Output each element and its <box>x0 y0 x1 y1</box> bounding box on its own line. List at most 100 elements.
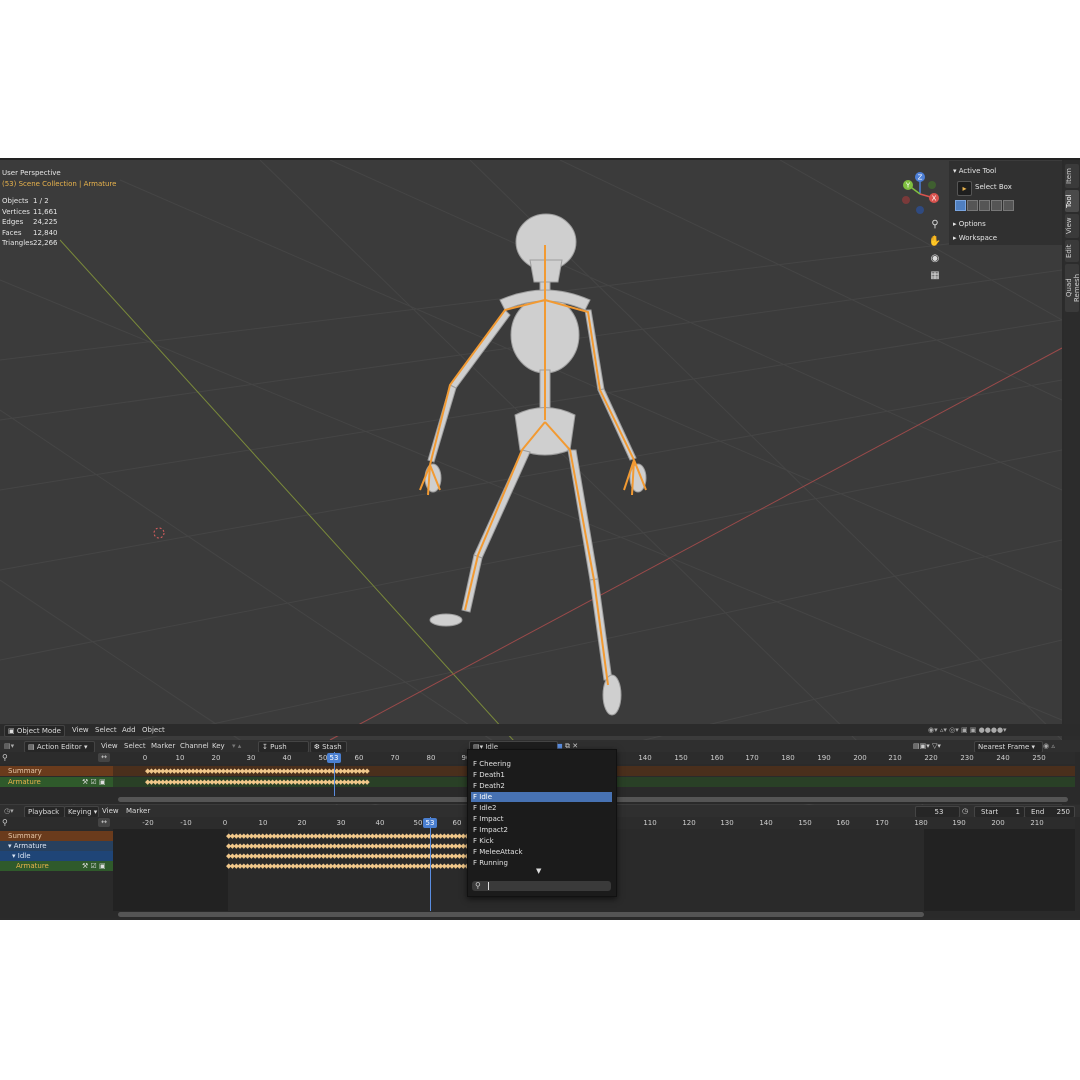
end-label: End <box>1031 808 1045 816</box>
channel-armature[interactable]: Armature ⚒ ☑ ▣ <box>0 777 113 787</box>
mode-set-icon[interactable] <box>955 200 966 211</box>
tl-channel-summary[interactable]: Summary <box>0 831 113 841</box>
grid-view-icon[interactable]: ▦ <box>927 269 943 283</box>
ae-menu-select[interactable]: Select <box>124 740 146 752</box>
ruler-tick: 10 <box>258 819 268 827</box>
ruler-tick: 170 <box>875 819 889 827</box>
stat-row: Objects 1 / 2 <box>2 196 58 207</box>
menu-select[interactable]: Select <box>95 724 117 736</box>
playback-label: Playback <box>28 808 60 816</box>
mode-intersect-icon[interactable] <box>1003 200 1014 211</box>
tl-summary-keyframes[interactable]: ◆◆◆◆◆◆◆◆◆◆◆◆◆◆◆◆◆◆◆◆◆◆◆◆◆◆◆◆◆◆◆◆◆◆◆◆◆◆◆◆… <box>226 831 500 841</box>
ae-menu-key[interactable]: Key <box>212 740 225 752</box>
action-item[interactable]: F Impact <box>471 814 612 824</box>
ae-menu-channel[interactable]: Channel <box>180 740 209 752</box>
ae-current-frame[interactable]: 53 <box>327 753 341 763</box>
stat-value: 12,840 <box>33 228 58 237</box>
zoom-icon[interactable]: ⚲ <box>927 218 943 232</box>
tl-search[interactable]: ⚲ ↔ <box>0 817 113 829</box>
ruler-tick: 120 <box>682 819 696 827</box>
action-item[interactable]: F Death1 <box>471 770 612 780</box>
tab-tool[interactable]: Tool <box>1065 190 1079 212</box>
action-item[interactable]: F Running <box>471 858 612 868</box>
stat-row: Vertices 11,661 <box>2 207 58 218</box>
start-label: Start <box>981 808 999 816</box>
post-range-shade <box>924 829 1075 911</box>
tl-idle-keyframes[interactable]: ◆◆◆◆◆◆◆◆◆◆◆◆◆◆◆◆◆◆◆◆◆◆◆◆◆◆◆◆◆◆◆◆◆◆◆◆◆◆◆◆… <box>226 851 500 861</box>
selection-modes[interactable] <box>955 200 1015 211</box>
ae-search[interactable]: ⚲ ↔ <box>0 752 113 764</box>
workspace-label: Workspace <box>958 234 998 242</box>
channel-summary[interactable]: Summary <box>0 766 113 776</box>
editor-type-icon[interactable]: ▤▾ <box>4 740 14 752</box>
ruler-tick: 0 <box>142 754 148 762</box>
ae-menu-marker[interactable]: Marker <box>151 740 175 752</box>
layer-arrows-icon[interactable]: ▾ ▴ <box>232 740 241 752</box>
ruler-tick: 30 <box>246 754 256 762</box>
action-item[interactable]: F MeleeAttack <box>471 847 612 857</box>
action-item[interactable]: F Cheering <box>471 759 612 769</box>
sidebar-panel: ▾ Active Tool ▸ Select Box ▸ Options ▸ W… <box>949 161 1062 245</box>
ruler-tick: 180 <box>781 754 795 762</box>
stat-label: Edges <box>2 218 24 226</box>
action-item[interactable]: F Idle <box>471 792 612 802</box>
ae-filter-icons[interactable]: ▤▣▾ ▽▾ <box>913 740 941 752</box>
channel-controls-icons[interactable]: ⚒ ☑ ▣ <box>82 777 106 787</box>
tl-channel-controls-icons[interactable]: ⚒ ☑ ▣ <box>82 861 106 871</box>
tl-current-frame[interactable]: 53 <box>423 818 437 828</box>
object-mode-dropdown[interactable]: ▣ Object Mode <box>4 725 65 737</box>
action-search-input[interactable]: ⚲ <box>472 881 611 891</box>
tl-bone-keyframes[interactable]: ◆◆◆◆◆◆◆◆◆◆◆◆◆◆◆◆◆◆◆◆◆◆◆◆◆◆◆◆◆◆◆◆◆◆◆◆◆◆◆◆… <box>226 861 500 871</box>
tab-item[interactable]: Item <box>1065 164 1079 188</box>
pan-hand-icon[interactable]: ✋ <box>927 235 943 249</box>
ae-overlay-icons[interactable]: ◉ ▵ <box>1043 740 1055 752</box>
action-search-icon: ⚲ <box>475 881 481 890</box>
timeline-editor-icon[interactable]: ◷▾ <box>4 805 14 817</box>
mode-extend-icon[interactable] <box>967 200 978 211</box>
tab-quad-remesh[interactable]: Quad Remesh <box>1065 264 1080 312</box>
options-header[interactable]: ▸ Options <box>953 218 986 230</box>
channel-armature-label: Armature <box>8 778 41 786</box>
tl-menu-view[interactable]: View <box>102 805 119 817</box>
tl-swap-icon[interactable]: ↔ <box>98 818 110 827</box>
mode-invert-icon[interactable] <box>991 200 1002 211</box>
tl-channel-armature-object[interactable]: ▾ Armature <box>0 841 113 851</box>
ruler-tick: 10 <box>175 754 185 762</box>
active-tool-header[interactable]: ▾ Active Tool <box>953 165 996 177</box>
navigation-gizmo[interactable]: Z X Y <box>898 170 942 214</box>
menu-add[interactable]: Add <box>122 724 136 736</box>
action-item[interactable]: F Idle2 <box>471 803 612 813</box>
tl-armature-keyframes[interactable]: ◆◆◆◆◆◆◆◆◆◆◆◆◆◆◆◆◆◆◆◆◆◆◆◆◆◆◆◆◆◆◆◆◆◆◆◆◆◆◆◆… <box>226 841 500 851</box>
search-icon: ⚲ <box>2 753 8 762</box>
active-tool-label: Active Tool <box>958 167 997 175</box>
action-item[interactable]: F Impact2 <box>471 825 612 835</box>
tab-edit[interactable]: Edit <box>1065 240 1079 262</box>
tl-channel-idle[interactable]: ▾ Idle <box>0 851 113 861</box>
action-item[interactable]: F Kick <box>471 836 612 846</box>
camera-icon[interactable]: ◉ <box>927 252 943 266</box>
tab-view[interactable]: View <box>1065 214 1079 238</box>
tl-channel-armature[interactable]: Armature ⚒ ☑ ▣ <box>0 861 113 871</box>
ae-swap-icon[interactable]: ↔ <box>98 753 110 762</box>
ruler-tick: 20 <box>211 754 221 762</box>
tl-scrollbar[interactable] <box>118 912 924 917</box>
gizmo-z-label: Z <box>918 174 923 182</box>
ruler-tick: 30 <box>336 819 346 827</box>
stat-value: 22,266 <box>33 239 58 247</box>
ruler-tick: 220 <box>924 754 938 762</box>
action-dropdown-menu: F Cheering F Death1 F Death2 F Idle F Idle2 F… <box>467 749 617 897</box>
scroll-down-icon[interactable]: ▼ <box>536 867 541 875</box>
workspace-header[interactable]: ▸ Workspace <box>953 232 997 244</box>
tool-row[interactable]: ▸ Select Box <box>955 180 1055 196</box>
ruler-tick: 190 <box>952 819 966 827</box>
mode-subtract-icon[interactable] <box>979 200 990 211</box>
stopwatch-icon[interactable]: ◷ <box>962 805 968 817</box>
tl-menu-marker[interactable]: Marker <box>126 805 150 817</box>
ruler-tick: 210 <box>1030 819 1044 827</box>
menu-object[interactable]: Object <box>142 724 165 736</box>
menu-view[interactable]: View <box>72 724 89 736</box>
tl-playhead[interactable] <box>430 817 431 911</box>
action-item[interactable]: F Death2 <box>471 781 612 791</box>
ae-menu-view[interactable]: View <box>101 740 118 752</box>
viewport-options-icons[interactable]: ◉▾ ▵▾ ◎▾ ▣ ▣ ●●●●▾ <box>928 724 1007 736</box>
